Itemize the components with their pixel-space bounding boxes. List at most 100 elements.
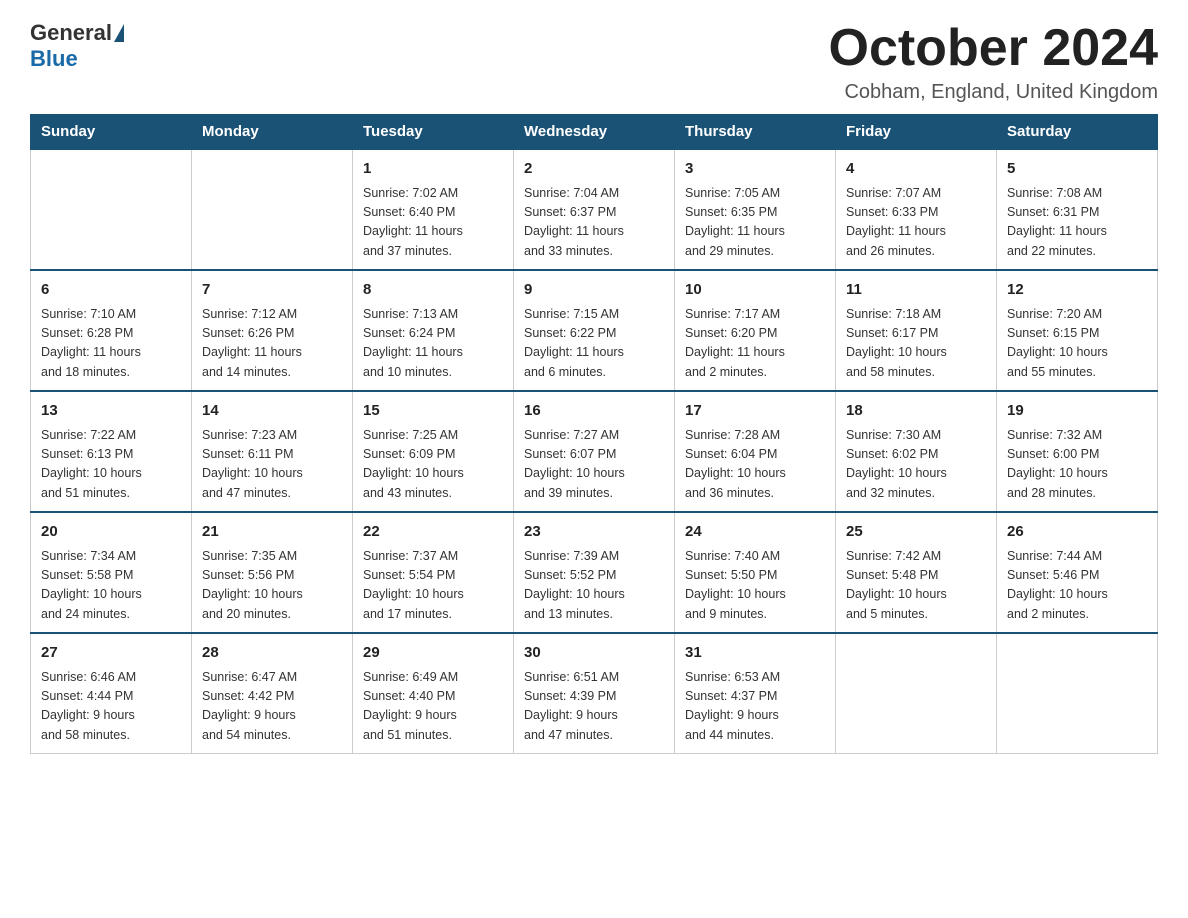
day-number: 30 [524,642,664,665]
day-info: Sunrise: 7:37 AM Sunset: 5:54 PM Dayligh… [363,547,503,625]
calendar-cell: 13 Sunrise: 7:22 AM Sunset: 6:13 PM Dayli… [31,391,192,512]
week-row-1: 1 Sunrise: 7:02 AM Sunset: 6:40 PM Daylig… [31,149,1158,270]
column-header-monday: Monday [192,115,353,150]
day-number: 12 [1007,279,1147,302]
week-row-3: 13 Sunrise: 7:22 AM Sunset: 6:13 PM Dayli… [31,391,1158,512]
calendar-cell: 25Sunrise: 7:42 AM Sunset: 5:48 PM Dayli… [836,512,997,633]
day-info: Sunrise: 6:51 AM Sunset: 4:39 PM Dayligh… [524,668,664,746]
day-info: Sunrise: 7:23 AM Sunset: 6:11 PM Dayligh… [202,426,342,504]
calendar-cell: 3Sunrise: 7:05 AM Sunset: 6:35 PM Daylig… [675,149,836,270]
day-number: 26 [1007,521,1147,544]
column-header-sunday: Sunday [31,115,192,150]
day-info: Sunrise: 7:28 AM Sunset: 6:04 PM Dayligh… [685,426,825,504]
calendar-cell: 10 Sunrise: 7:17 AM Sunset: 6:20 PM Dayli… [675,270,836,391]
calendar-cell: 5 Sunrise: 7:08 AM Sunset: 6:31 PM Daylig… [997,149,1158,270]
day-number: 21 [202,521,342,544]
calendar-cell: 11 Sunrise: 7:18 AM Sunset: 6:17 PM Dayli… [836,270,997,391]
day-number: 5 [1007,158,1147,181]
day-number: 11 [846,279,986,302]
day-number: 17 [685,400,825,423]
day-info: Sunrise: 7:15 AM Sunset: 6:22 PM Dayligh… [524,305,664,383]
day-info: Sunrise: 7:13 AM Sunset: 6:24 PM Dayligh… [363,305,503,383]
calendar-cell [997,633,1158,754]
calendar-cell: 7 Sunrise: 7:12 AM Sunset: 6:26 PM Daylig… [192,270,353,391]
day-info: Sunrise: 7:02 AM Sunset: 6:40 PM Dayligh… [363,184,503,262]
calendar-cell [836,633,997,754]
day-number: 24 [685,521,825,544]
calendar-table: SundayMondayTuesdayWednesdayThursdayFrid… [30,114,1158,754]
day-number: 29 [363,642,503,665]
day-info: Sunrise: 7:27 AM Sunset: 6:07 PM Dayligh… [524,426,664,504]
calendar-cell: 18 Sunrise: 7:30 AM Sunset: 6:02 PM Dayli… [836,391,997,512]
day-info: Sunrise: 7:39 AM Sunset: 5:52 PM Dayligh… [524,547,664,625]
calendar-cell: 29Sunrise: 6:49 AM Sunset: 4:40 PM Dayli… [353,633,514,754]
title-section: October 2024 Cobham, England, United Kin… [829,20,1159,104]
calendar-cell: 1 Sunrise: 7:02 AM Sunset: 6:40 PM Daylig… [353,149,514,270]
column-header-wednesday: Wednesday [514,115,675,150]
day-info: Sunrise: 7:34 AM Sunset: 5:58 PM Dayligh… [41,547,181,625]
column-header-tuesday: Tuesday [353,115,514,150]
day-number: 10 [685,279,825,302]
day-info: Sunrise: 7:08 AM Sunset: 6:31 PM Dayligh… [1007,184,1147,262]
day-number: 7 [202,279,342,302]
calendar-cell: 26 Sunrise: 7:44 AM Sunset: 5:46 PM Dayli… [997,512,1158,633]
logo: General Blue [30,20,126,72]
calendar-cell: 15 Sunrise: 7:25 AM Sunset: 6:09 PM Dayli… [353,391,514,512]
day-info: Sunrise: 7:30 AM Sunset: 6:02 PM Dayligh… [846,426,986,504]
logo-blue-text: Blue [30,46,78,72]
week-row-2: 6 Sunrise: 7:10 AM Sunset: 6:28 PM Daylig… [31,270,1158,391]
month-title: October 2024 [829,20,1159,77]
calendar-cell: 24 Sunrise: 7:40 AM Sunset: 5:50 PM Dayli… [675,512,836,633]
day-number: 15 [363,400,503,423]
column-header-saturday: Saturday [997,115,1158,150]
calendar-cell [31,149,192,270]
calendar-cell: 6 Sunrise: 7:10 AM Sunset: 6:28 PM Daylig… [31,270,192,391]
column-header-thursday: Thursday [675,115,836,150]
day-number: 14 [202,400,342,423]
day-number: 18 [846,400,986,423]
logo-triangle-icon [114,24,124,42]
day-number: 8 [363,279,503,302]
location-text: Cobham, England, United Kingdom [829,81,1159,104]
day-number: 6 [41,279,181,302]
day-info: Sunrise: 7:10 AM Sunset: 6:28 PM Dayligh… [41,305,181,383]
day-info: Sunrise: 7:40 AM Sunset: 5:50 PM Dayligh… [685,547,825,625]
calendar-cell: 19 Sunrise: 7:32 AM Sunset: 6:00 PM Dayli… [997,391,1158,512]
day-info: Sunrise: 7:12 AM Sunset: 6:26 PM Dayligh… [202,305,342,383]
calendar-cell: 17 Sunrise: 7:28 AM Sunset: 6:04 PM Dayli… [675,391,836,512]
calendar-cell: 12 Sunrise: 7:20 AM Sunset: 6:15 PM Dayli… [997,270,1158,391]
day-info: Sunrise: 7:20 AM Sunset: 6:15 PM Dayligh… [1007,305,1147,383]
week-row-4: 20Sunrise: 7:34 AM Sunset: 5:58 PM Dayli… [31,512,1158,633]
day-info: Sunrise: 7:35 AM Sunset: 5:56 PM Dayligh… [202,547,342,625]
calendar-cell: 22 Sunrise: 7:37 AM Sunset: 5:54 PM Dayli… [353,512,514,633]
day-info: Sunrise: 7:25 AM Sunset: 6:09 PM Dayligh… [363,426,503,504]
calendar-cell [192,149,353,270]
day-number: 19 [1007,400,1147,423]
day-number: 4 [846,158,986,181]
calendar-cell: 20Sunrise: 7:34 AM Sunset: 5:58 PM Dayli… [31,512,192,633]
calendar-cell: 2Sunrise: 7:04 AM Sunset: 6:37 PM Daylig… [514,149,675,270]
column-header-friday: Friday [836,115,997,150]
calendar-cell: 23 Sunrise: 7:39 AM Sunset: 5:52 PM Dayli… [514,512,675,633]
day-info: Sunrise: 7:32 AM Sunset: 6:00 PM Dayligh… [1007,426,1147,504]
day-number: 31 [685,642,825,665]
day-number: 1 [363,158,503,181]
calendar-cell: 31Sunrise: 6:53 AM Sunset: 4:37 PM Dayli… [675,633,836,754]
calendar-cell: 16 Sunrise: 7:27 AM Sunset: 6:07 PM Dayli… [514,391,675,512]
day-number: 9 [524,279,664,302]
day-number: 23 [524,521,664,544]
day-info: Sunrise: 7:18 AM Sunset: 6:17 PM Dayligh… [846,305,986,383]
day-number: 13 [41,400,181,423]
day-info: Sunrise: 7:42 AM Sunset: 5:48 PM Dayligh… [846,547,986,625]
calendar-cell: 30 Sunrise: 6:51 AM Sunset: 4:39 PM Dayli… [514,633,675,754]
header-row: SundayMondayTuesdayWednesdayThursdayFrid… [31,115,1158,150]
calendar-cell: 27Sunrise: 6:46 AM Sunset: 4:44 PM Dayli… [31,633,192,754]
day-info: Sunrise: 7:17 AM Sunset: 6:20 PM Dayligh… [685,305,825,383]
day-info: Sunrise: 7:04 AM Sunset: 6:37 PM Dayligh… [524,184,664,262]
day-info: Sunrise: 7:22 AM Sunset: 6:13 PM Dayligh… [41,426,181,504]
calendar-cell: 21 Sunrise: 7:35 AM Sunset: 5:56 PM Dayli… [192,512,353,633]
day-number: 22 [363,521,503,544]
day-info: Sunrise: 6:47 AM Sunset: 4:42 PM Dayligh… [202,668,342,746]
day-number: 16 [524,400,664,423]
day-info: Sunrise: 7:44 AM Sunset: 5:46 PM Dayligh… [1007,547,1147,625]
